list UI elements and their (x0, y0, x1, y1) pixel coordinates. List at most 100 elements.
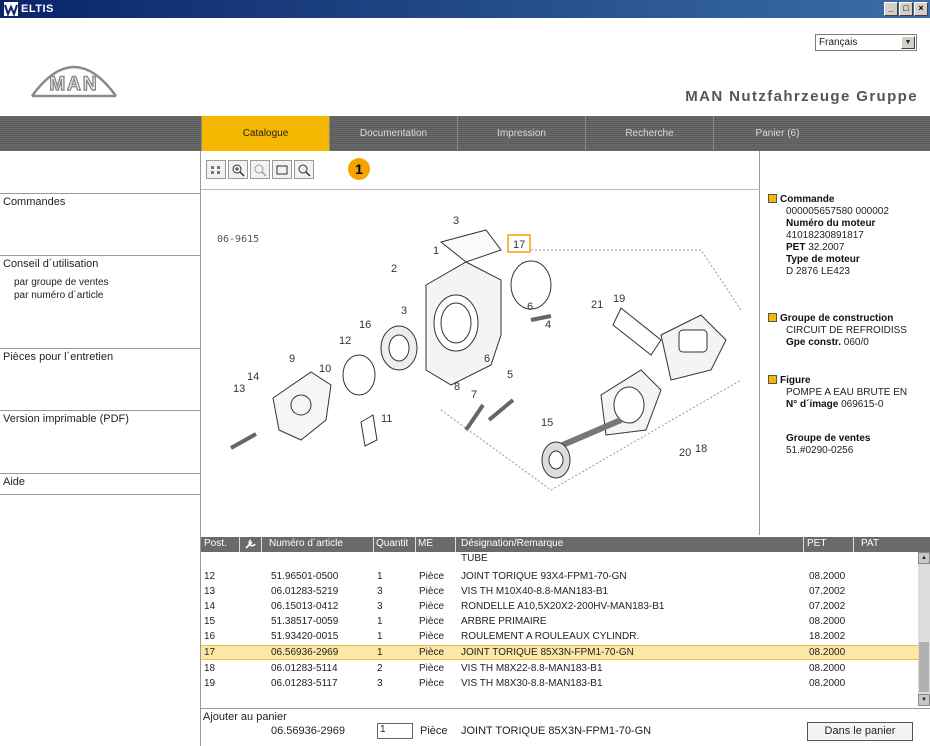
chevron-down-icon[interactable]: ▼ (901, 36, 915, 49)
wrench-icon[interactable] (245, 538, 257, 552)
col-header-pat[interactable]: PAT (861, 538, 879, 549)
zoom-in-icon[interactable] (228, 160, 248, 179)
bullet-icon (768, 194, 777, 203)
sidebar-item-pieces[interactable]: Pièces pour l´entretien (0, 348, 200, 372)
cell-me: Pièce (419, 647, 445, 658)
cell-post: 16 (204, 631, 216, 642)
cell-pet: 18.2002 (809, 631, 846, 642)
parts-table-header: Post. Numéro d´article Quantit ME Désign… (201, 537, 930, 552)
magnifier-icon[interactable] (294, 160, 314, 179)
part-label: 18 (695, 443, 707, 455)
info-panel: Commande 000005657580 000002 Numéro du m… (760, 151, 930, 535)
tab-documentation[interactable]: Documentation (329, 116, 457, 151)
cell-designation: VIS TH M8X30-8.8-MAN183-B1 (461, 678, 603, 689)
parts-table-body: TUBE 12 51.96501-0500 1 Pièce JOINT TORI… (201, 552, 918, 706)
gpe-constr-label: Gpe constr. (786, 337, 842, 348)
sidebar-subitem-numero[interactable]: par numéro d´article (14, 290, 103, 301)
table-row[interactable]: 15 51.38517-0059 1 Pièce ARBRE PRIMAIRE … (201, 616, 918, 629)
part-label: 5 (507, 369, 513, 381)
tab-impression[interactable]: Impression (457, 116, 585, 151)
maximize-button[interactable]: □ (899, 2, 913, 16)
part-label: 1 (433, 245, 439, 257)
cell-article: 06.01283-5219 (271, 586, 339, 597)
figure-label: Figure (780, 375, 811, 386)
table-row[interactable]: 19 06.01283-5117 3 Pièce VIS TH M8X30-8.… (201, 678, 918, 691)
cell-me: Pièce (419, 586, 445, 597)
exploded-view-drawing[interactable]: 06-9615 1 2 3 3 4 5 6 6 7 8 9 10 11 12 1… (201, 189, 760, 535)
col-header-me[interactable]: ME (418, 538, 433, 549)
part-label: 7 (471, 389, 477, 401)
table-row[interactable]: 16 51.93420-0015 1 Pièce ROULEMENT A ROU… (201, 631, 918, 644)
cell-designation: JOINT TORIQUE 93X4-FPM1-70-GN (461, 571, 627, 582)
eltis-app-icon (4, 2, 18, 16)
col-header-designation[interactable]: Désignation/Remarque (461, 538, 563, 549)
svg-text:MAN: MAN (49, 74, 98, 95)
tab-catalogue[interactable]: Catalogue (201, 116, 329, 151)
part-label: 2 (391, 263, 397, 275)
table-row-selected[interactable]: 17 06.56936-2969 1 Pièce JOINT TORIQUE 8… (201, 645, 918, 660)
company-group-name: MAN Nutzfahrzeuge Gruppe (685, 88, 918, 105)
scroll-thumb[interactable] (919, 642, 929, 692)
cell-pet: 07.2002 (809, 601, 846, 612)
cell-me: Pièce (419, 663, 445, 674)
table-row[interactable]: 18 06.01283-5114 2 Pièce VIS TH M8X22-8.… (201, 663, 918, 676)
cell-post: 14 (204, 601, 216, 612)
cell-designation: ROULEMENT A ROULEAUX CYLINDR. (461, 631, 640, 642)
cell-designation: TUBE (461, 553, 488, 564)
col-header-pet[interactable]: PET (807, 538, 826, 549)
sidebar-item-version-pdf[interactable]: Version imprimable (PDF) (0, 410, 200, 434)
scroll-up-icon[interactable]: ▲ (918, 552, 930, 564)
table-row-partial[interactable]: TUBE (201, 553, 918, 566)
pet-label: PET (786, 242, 806, 253)
tab-recherche[interactable]: Recherche (585, 116, 713, 151)
part-label: 14 (247, 371, 259, 383)
zoom-out-icon[interactable] (250, 160, 270, 179)
sidebar: Commandes Conseil d´utilisation par grou… (0, 151, 201, 746)
zoom-rectangle-icon[interactable] (272, 160, 292, 179)
part-label: 3 (453, 215, 459, 227)
numero-moteur-value: 41018230891817 (786, 230, 864, 241)
commande-value: 000005657580 000002 (786, 206, 889, 217)
quantity-input[interactable]: 1 (377, 723, 413, 739)
minimize-button[interactable]: _ (884, 2, 898, 16)
part-label: 12 (339, 335, 351, 347)
cell-pet: 08.2000 (809, 571, 846, 582)
table-row[interactable]: 13 06.01283-5219 3 Pièce VIS TH M10X40-8… (201, 586, 918, 599)
scroll-down-icon[interactable]: ▼ (918, 694, 930, 706)
language-select[interactable]: Français ▼ (815, 34, 917, 51)
cell-me: Pièce (419, 616, 445, 627)
cell-designation: VIS TH M8X22-8.8-MAN183-B1 (461, 663, 603, 674)
cell-me: Pièce (419, 571, 445, 582)
cell-quantity: 3 (377, 586, 383, 597)
sidebar-item-conseil[interactable]: Conseil d´utilisation (0, 255, 200, 279)
part-label: 4 (545, 319, 551, 331)
cell-me: Pièce (419, 678, 445, 689)
add-to-cart-button[interactable]: Dans le panier (807, 722, 913, 741)
language-select-value: Français (819, 37, 858, 48)
table-scrollbar[interactable]: ▲ ▼ (918, 552, 930, 706)
cell-me: Pièce (419, 601, 445, 612)
numero-moteur-label: Numéro du moteur (786, 218, 876, 229)
thumbnail-icon[interactable] (206, 160, 226, 179)
tab-panier[interactable]: Panier (6) (713, 116, 841, 151)
close-button[interactable]: × (914, 2, 928, 16)
unit-label: Pièce (420, 725, 448, 737)
bullet-icon (768, 313, 777, 322)
col-header-post[interactable]: Post. (204, 538, 227, 549)
cell-article: 06.01283-5117 (271, 678, 338, 689)
cell-article: 51.96501-0500 (271, 571, 339, 582)
cell-post: 19 (204, 678, 216, 689)
pet-value: 32.2007 (808, 242, 845, 253)
sidebar-item-commandes[interactable]: Commandes (0, 193, 200, 217)
man-logo: MAN (30, 65, 118, 98)
part-label: 6 (527, 301, 533, 313)
table-row[interactable]: 12 51.96501-0500 1 Pièce JOINT TORIQUE 9… (201, 571, 918, 584)
cell-post: 13 (204, 586, 216, 597)
col-header-quantity[interactable]: Quantit (376, 538, 408, 549)
sidebar-subitem-groupe[interactable]: par groupe de ventes (14, 277, 109, 288)
col-header-article[interactable]: Numéro d´article (269, 538, 343, 549)
exploded-drawing-svg: 1 2 3 3 4 5 6 6 7 8 9 10 11 12 13 14 15 … (230, 215, 742, 491)
viewer-toolbar (206, 160, 314, 179)
table-row[interactable]: 14 06.15013-0412 3 Pièce RONDELLE A10,5X… (201, 601, 918, 614)
part-label: 21 (591, 299, 603, 311)
